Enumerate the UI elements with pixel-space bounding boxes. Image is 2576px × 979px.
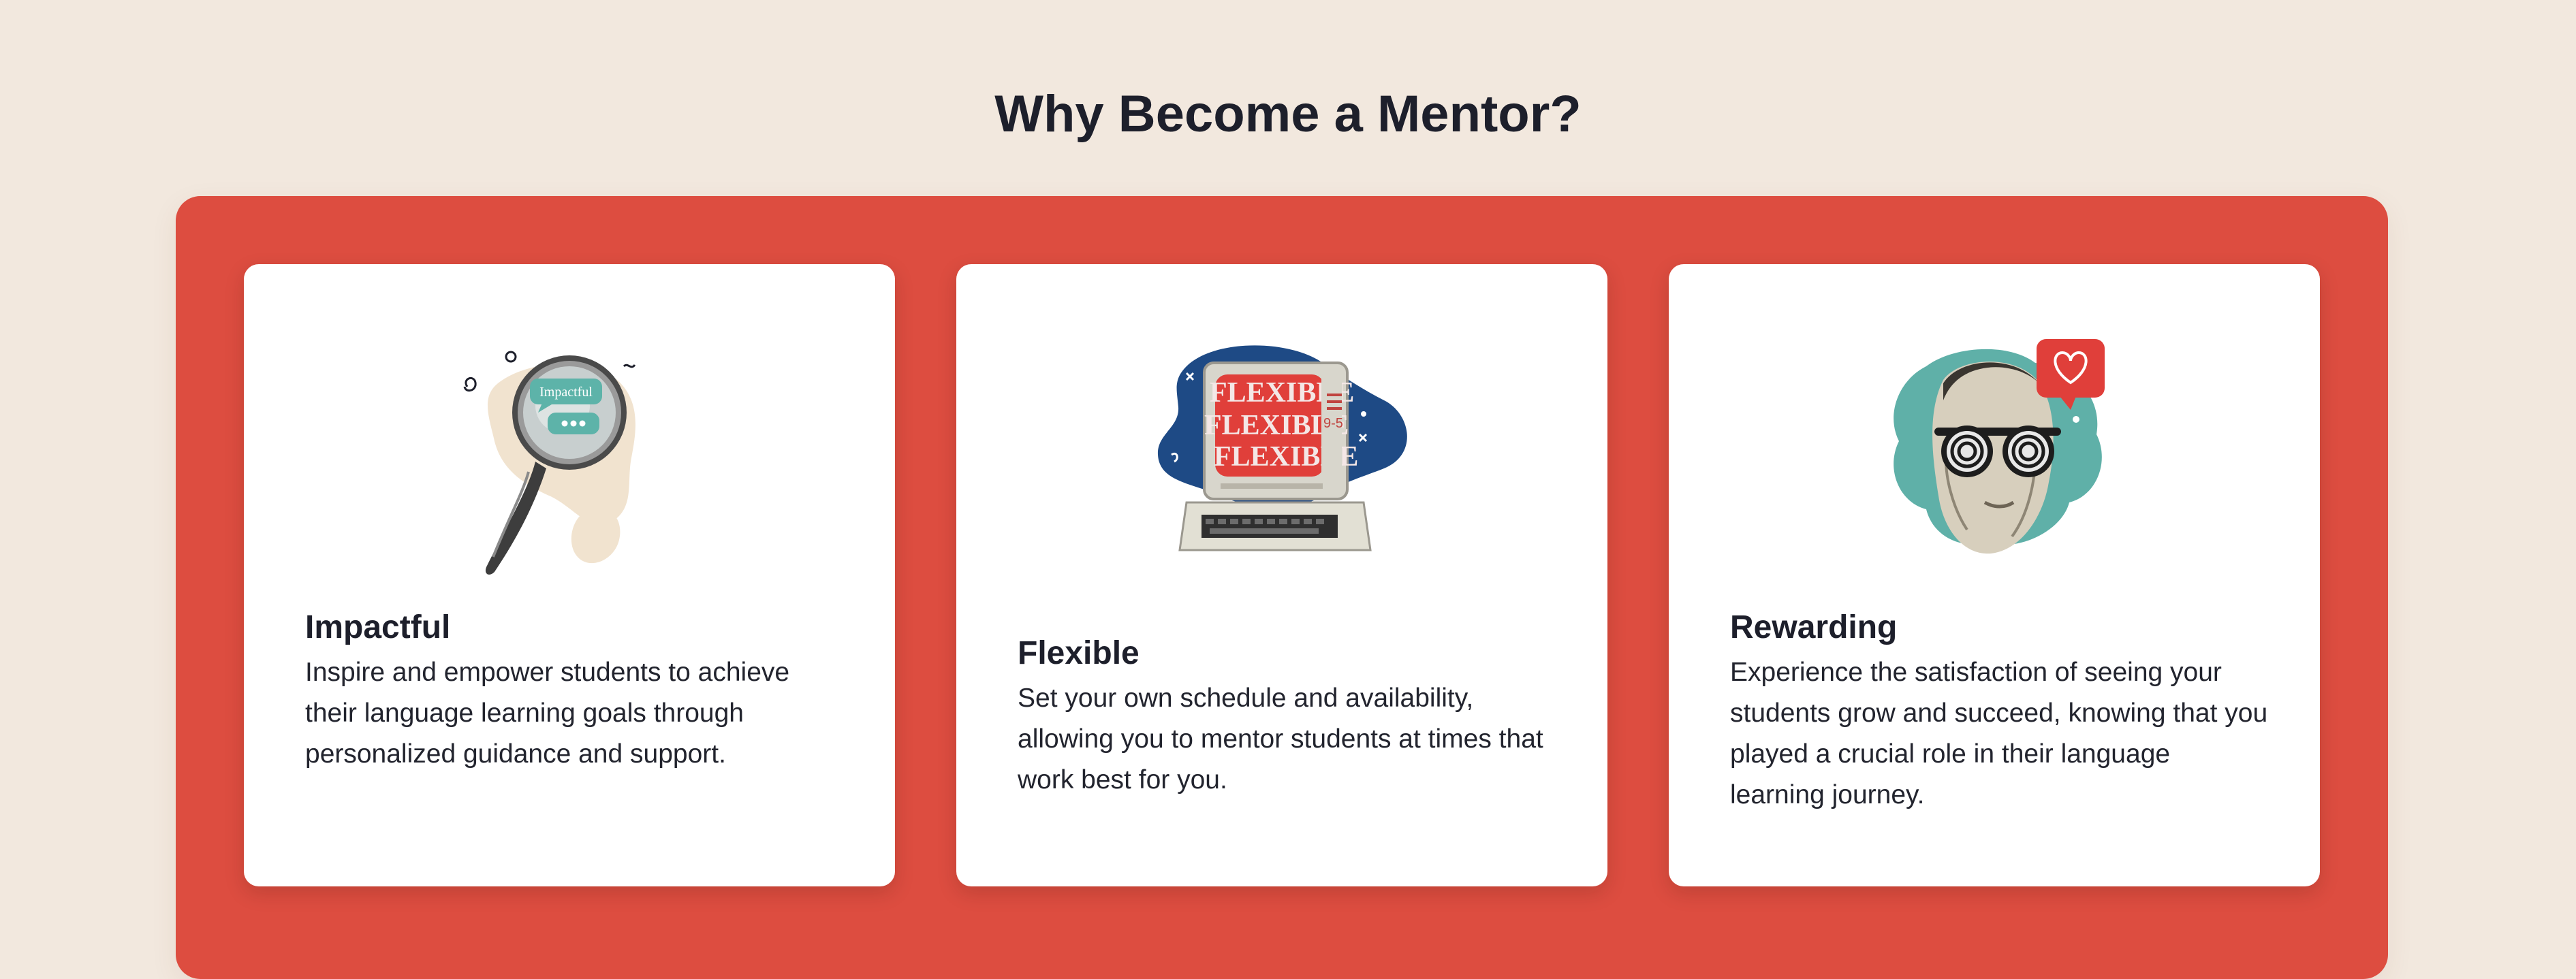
benefit-card-flexible: FLEXIBLE FLEXIBLE FLEXIBLE 9-5 Flexible …: [956, 264, 1607, 886]
card-title: Flexible: [1018, 635, 1140, 671]
card-title: Impactful: [305, 609, 451, 645]
hypnotic-face-heart-icon: [1894, 339, 2105, 554]
magnifying-glass-icon: Impactful: [463, 351, 636, 575]
retro-computer-icon: FLEXIBLE FLEXIBLE FLEXIBLE 9-5: [1157, 345, 1407, 551]
card-description: Experience the satisfaction of seeing yo…: [1730, 658, 2268, 809]
benefit-card-rewarding: Rewarding Experience the satisfaction of…: [1669, 264, 2320, 886]
card-description: Inspire and empower students to achieve …: [305, 658, 790, 769]
card-description: Set your own schedule and availability, …: [1018, 684, 1543, 795]
time-label: 9-5: [1323, 416, 1343, 431]
benefit-card-impactful: Impactful Impactful Inspire and empower …: [244, 264, 895, 886]
mentor-benefits-panel: Impactful Impactful Inspire and empower …: [176, 196, 2388, 979]
section-title: Why Become a Mentor?: [994, 85, 1582, 143]
card-title: Rewarding: [1730, 609, 1898, 645]
illustration-label: Impactful: [539, 385, 593, 400]
